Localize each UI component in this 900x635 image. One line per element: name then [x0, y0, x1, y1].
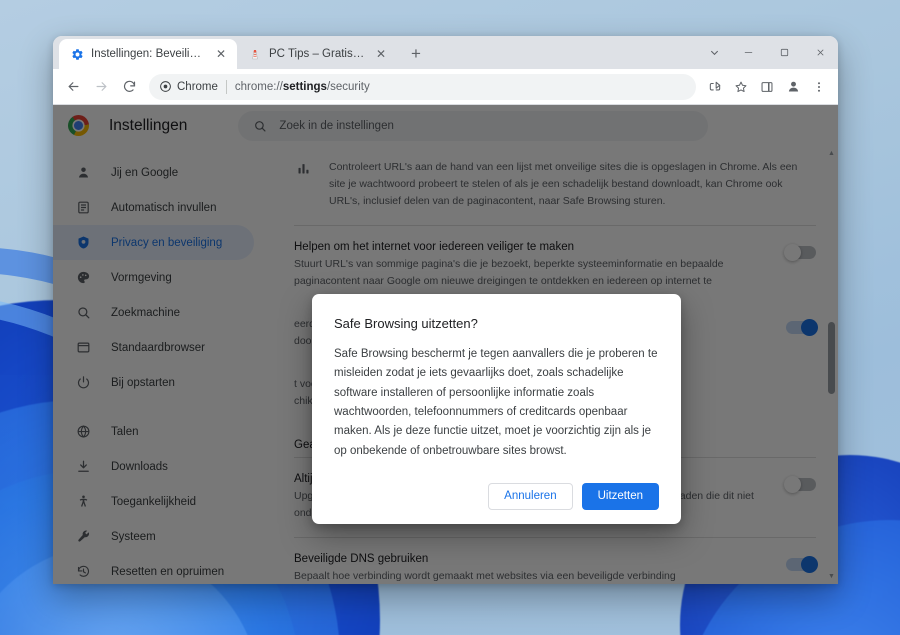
tab-search-chevron-down-icon[interactable]	[698, 36, 730, 69]
url-bold: settings	[282, 80, 327, 93]
address-bar[interactable]: Chrome chrome://settings/security	[149, 73, 696, 100]
dialog-body-text: Safe Browsing beschermt je tegen aanvall…	[334, 348, 658, 457]
chip-label: Chrome	[177, 80, 218, 93]
cancel-button[interactable]: Annuleren	[488, 482, 573, 510]
browser-tab-pctips[interactable]: PC Tips – Gratis Computer Tips, I ✕	[237, 39, 397, 69]
close-window-button[interactable]	[802, 36, 838, 69]
reload-icon[interactable]	[116, 74, 142, 100]
chrome-browser-window: Instellingen: Beveiliging ✕ PC Tips – Gr…	[53, 36, 838, 584]
url-suffix: /security	[326, 80, 370, 93]
share-icon[interactable]	[703, 75, 727, 99]
maximize-button[interactable]	[766, 36, 802, 69]
settings-gear-icon	[70, 47, 84, 61]
close-icon[interactable]: ✕	[213, 46, 229, 62]
side-panel-icon[interactable]	[755, 75, 779, 99]
minimize-button[interactable]	[730, 36, 766, 69]
dialog-title: Safe Browsing uitzetten?	[334, 316, 478, 331]
close-icon[interactable]: ✕	[373, 46, 389, 62]
profile-avatar-icon[interactable]	[781, 75, 805, 99]
browser-toolbar: Chrome chrome://settings/security	[53, 69, 838, 105]
safe-browsing-disable-dialog: Safe Browsing uitzetten? Safe Browsing b…	[312, 294, 681, 524]
new-tab-button[interactable]: +	[403, 41, 429, 67]
omnibox-divider	[225, 79, 227, 94]
forward-arrow-icon[interactable]	[88, 74, 114, 100]
lighthouse-icon	[248, 47, 262, 61]
more-menu-icon[interactable]	[807, 75, 831, 99]
browser-tab-settings[interactable]: Instellingen: Beveiliging ✕	[59, 39, 237, 69]
dialog-actions: Annuleren Uitzetten	[334, 482, 659, 510]
back-arrow-icon[interactable]	[60, 74, 86, 100]
tab-strip: Instellingen: Beveiliging ✕ PC Tips – Gr…	[53, 36, 838, 69]
tab-title: PC Tips – Gratis Computer Tips, I	[269, 48, 366, 60]
window-controls	[698, 36, 838, 69]
chrome-page-chip: Chrome	[159, 80, 218, 93]
url-text: chrome://settings/security	[235, 81, 370, 93]
confirm-disable-button[interactable]: Uitzetten	[581, 482, 659, 510]
bookmark-star-icon[interactable]	[729, 75, 753, 99]
tab-title: Instellingen: Beveiliging	[91, 48, 206, 60]
url-prefix: chrome://	[234, 80, 283, 93]
